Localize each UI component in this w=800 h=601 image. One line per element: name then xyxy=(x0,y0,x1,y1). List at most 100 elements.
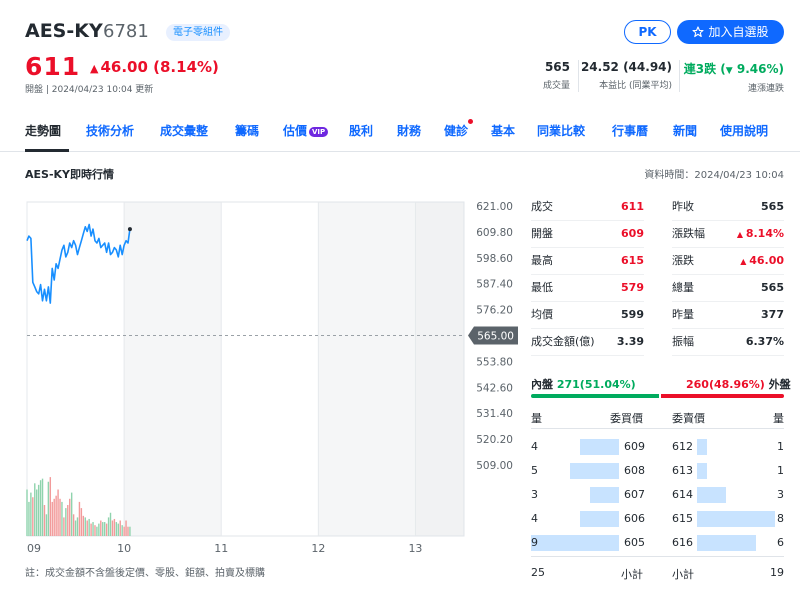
volume-bar xyxy=(53,498,55,536)
volume-bar xyxy=(102,522,104,536)
quote-value: 611 xyxy=(621,200,644,213)
ask-total: 19 xyxy=(770,566,784,579)
ask-row[interactable]: 616 6 xyxy=(672,531,784,555)
volume-bar xyxy=(92,522,94,536)
quote-row: 最低 579 xyxy=(531,275,644,301)
volume-bar xyxy=(67,505,69,536)
tab-label: 新聞 xyxy=(673,124,698,138)
volume-bar xyxy=(129,526,131,536)
ask-row[interactable]: 612 1 xyxy=(672,435,784,459)
volume-bar xyxy=(84,517,86,536)
volume-bar xyxy=(41,478,44,536)
tab-valuation[interactable]: 估價 VIP xyxy=(283,122,329,139)
quote-label: 最低 xyxy=(531,281,553,294)
price-change-value: 46.00 (8.14%) xyxy=(100,58,219,76)
intraday-chart[interactable]: 621.00 609.80 598.60 587.40 576.20 565.00 553.… xyxy=(0,195,525,557)
section-title: AES-KY即時行情 xyxy=(25,168,115,181)
volume-bar xyxy=(76,517,79,536)
volume-bar xyxy=(113,518,116,536)
quote-value: 615 xyxy=(621,254,644,267)
quote-value: 6.37% xyxy=(745,335,784,348)
ask-price-header: 委賣價 xyxy=(672,412,705,425)
stat-volume-label: 成交量 xyxy=(542,81,570,91)
volume-bars xyxy=(26,477,131,536)
volume-bar xyxy=(105,523,108,536)
tab-chips[interactable]: 籌碼 xyxy=(235,122,259,139)
ask-qty: 8 xyxy=(777,512,784,525)
volume-bar xyxy=(74,520,77,536)
tab-label: 財務 xyxy=(397,124,422,138)
volume-bar xyxy=(111,520,114,536)
ask-volume-bar xyxy=(697,487,726,503)
quote-row: 昨收 565 xyxy=(672,194,784,220)
bid-price: 606 xyxy=(624,512,645,525)
quote-value: 579 xyxy=(621,281,644,294)
ask-price: 614 xyxy=(672,488,693,501)
inner-label: 內盤 xyxy=(531,378,553,391)
bid-row[interactable]: 3 607 xyxy=(531,483,645,507)
tab-trend[interactable]: 走勢圖 xyxy=(25,122,61,139)
x-tick-label: 11 xyxy=(214,542,228,555)
pk-button[interactable]: PK xyxy=(624,20,671,44)
quote-label: 最高 xyxy=(531,254,553,267)
tab-label: 行事曆 xyxy=(612,124,649,138)
tab-label: 基本 xyxy=(491,124,516,138)
quote-label: 漲跌幅 xyxy=(672,227,705,240)
bid-qty: 3 xyxy=(531,488,538,501)
ask-row[interactable]: 615 8 xyxy=(672,507,784,531)
notification-dot xyxy=(468,119,474,124)
add-watchlist-button[interactable]: 加入自選股 xyxy=(677,20,784,44)
volume-bar xyxy=(100,520,102,536)
quote-label: 昨量 xyxy=(672,308,694,321)
tab-label: 同業比較 xyxy=(537,124,586,138)
volume-bar xyxy=(49,477,52,536)
add-watchlist-label: 加入自選股 xyxy=(708,25,769,39)
volume-bar xyxy=(45,514,48,536)
y-tick-label: 576.20 xyxy=(476,305,513,317)
tab-news[interactable]: 新聞 xyxy=(673,122,697,139)
chart-band xyxy=(318,202,416,536)
y-tick-label: 553.80 xyxy=(476,356,513,368)
stock-code: 6781 xyxy=(103,21,149,42)
volume-bar xyxy=(51,501,53,536)
volume-bar xyxy=(59,498,61,536)
volume-bar xyxy=(65,508,67,536)
tab-dividend[interactable]: 股利 xyxy=(349,122,373,139)
volume-bar xyxy=(34,483,36,536)
triangle-down-icon: ▼ xyxy=(725,66,733,76)
tab-peer-compare[interactable]: 同業比較 xyxy=(537,122,585,139)
quote-value: ▲ 8.14% xyxy=(737,221,784,248)
stat-pe-value: 24.52 (44.94) xyxy=(580,60,672,74)
bid-volume-bar xyxy=(580,439,619,455)
volume-bar xyxy=(94,525,96,536)
bid-total: 25 xyxy=(531,566,545,579)
tab-calendar[interactable]: 行事曆 xyxy=(612,122,648,139)
y-tick-label: 598.60 xyxy=(476,253,513,265)
volume-bar xyxy=(115,522,118,536)
divider xyxy=(531,355,644,356)
bid-price: 605 xyxy=(624,536,645,549)
bid-qty: 4 xyxy=(531,512,538,525)
bid-row[interactable]: 4 606 xyxy=(531,507,645,531)
tab-basic[interactable]: 基本 xyxy=(491,122,515,139)
ask-row[interactable]: 613 1 xyxy=(672,459,784,483)
update-time: 開盤 | 2024/04/23 10:04 更新 xyxy=(25,85,154,95)
tab-technical[interactable]: 技術分析 xyxy=(86,122,134,139)
inner-ratio-bar xyxy=(531,394,659,398)
volume-bar xyxy=(82,515,85,536)
bid-row[interactable]: 4 609 xyxy=(531,435,645,459)
tab-financial[interactable]: 財務 xyxy=(397,122,421,139)
divider xyxy=(531,428,784,429)
tab-trades[interactable]: 成交彙整 xyxy=(160,122,208,139)
stat-streak: 連3跌 (▼ 9.46%) 連漲連跌 xyxy=(684,60,784,94)
ask-row[interactable]: 614 3 xyxy=(672,483,784,507)
bid-row[interactable]: 5 608 xyxy=(531,459,645,483)
tab-help[interactable]: 使用說明 xyxy=(720,122,768,139)
y-tick-label: 542.60 xyxy=(476,382,513,394)
bid-row[interactable]: 9 605 xyxy=(531,531,645,555)
quote-value: 565 xyxy=(761,200,784,213)
category-tag[interactable]: 電子零組件 xyxy=(166,24,230,41)
volume-bar xyxy=(37,484,40,536)
stat-volume-value: 565 xyxy=(544,60,570,74)
tab-diagnosis[interactable]: 健診 xyxy=(444,119,474,139)
